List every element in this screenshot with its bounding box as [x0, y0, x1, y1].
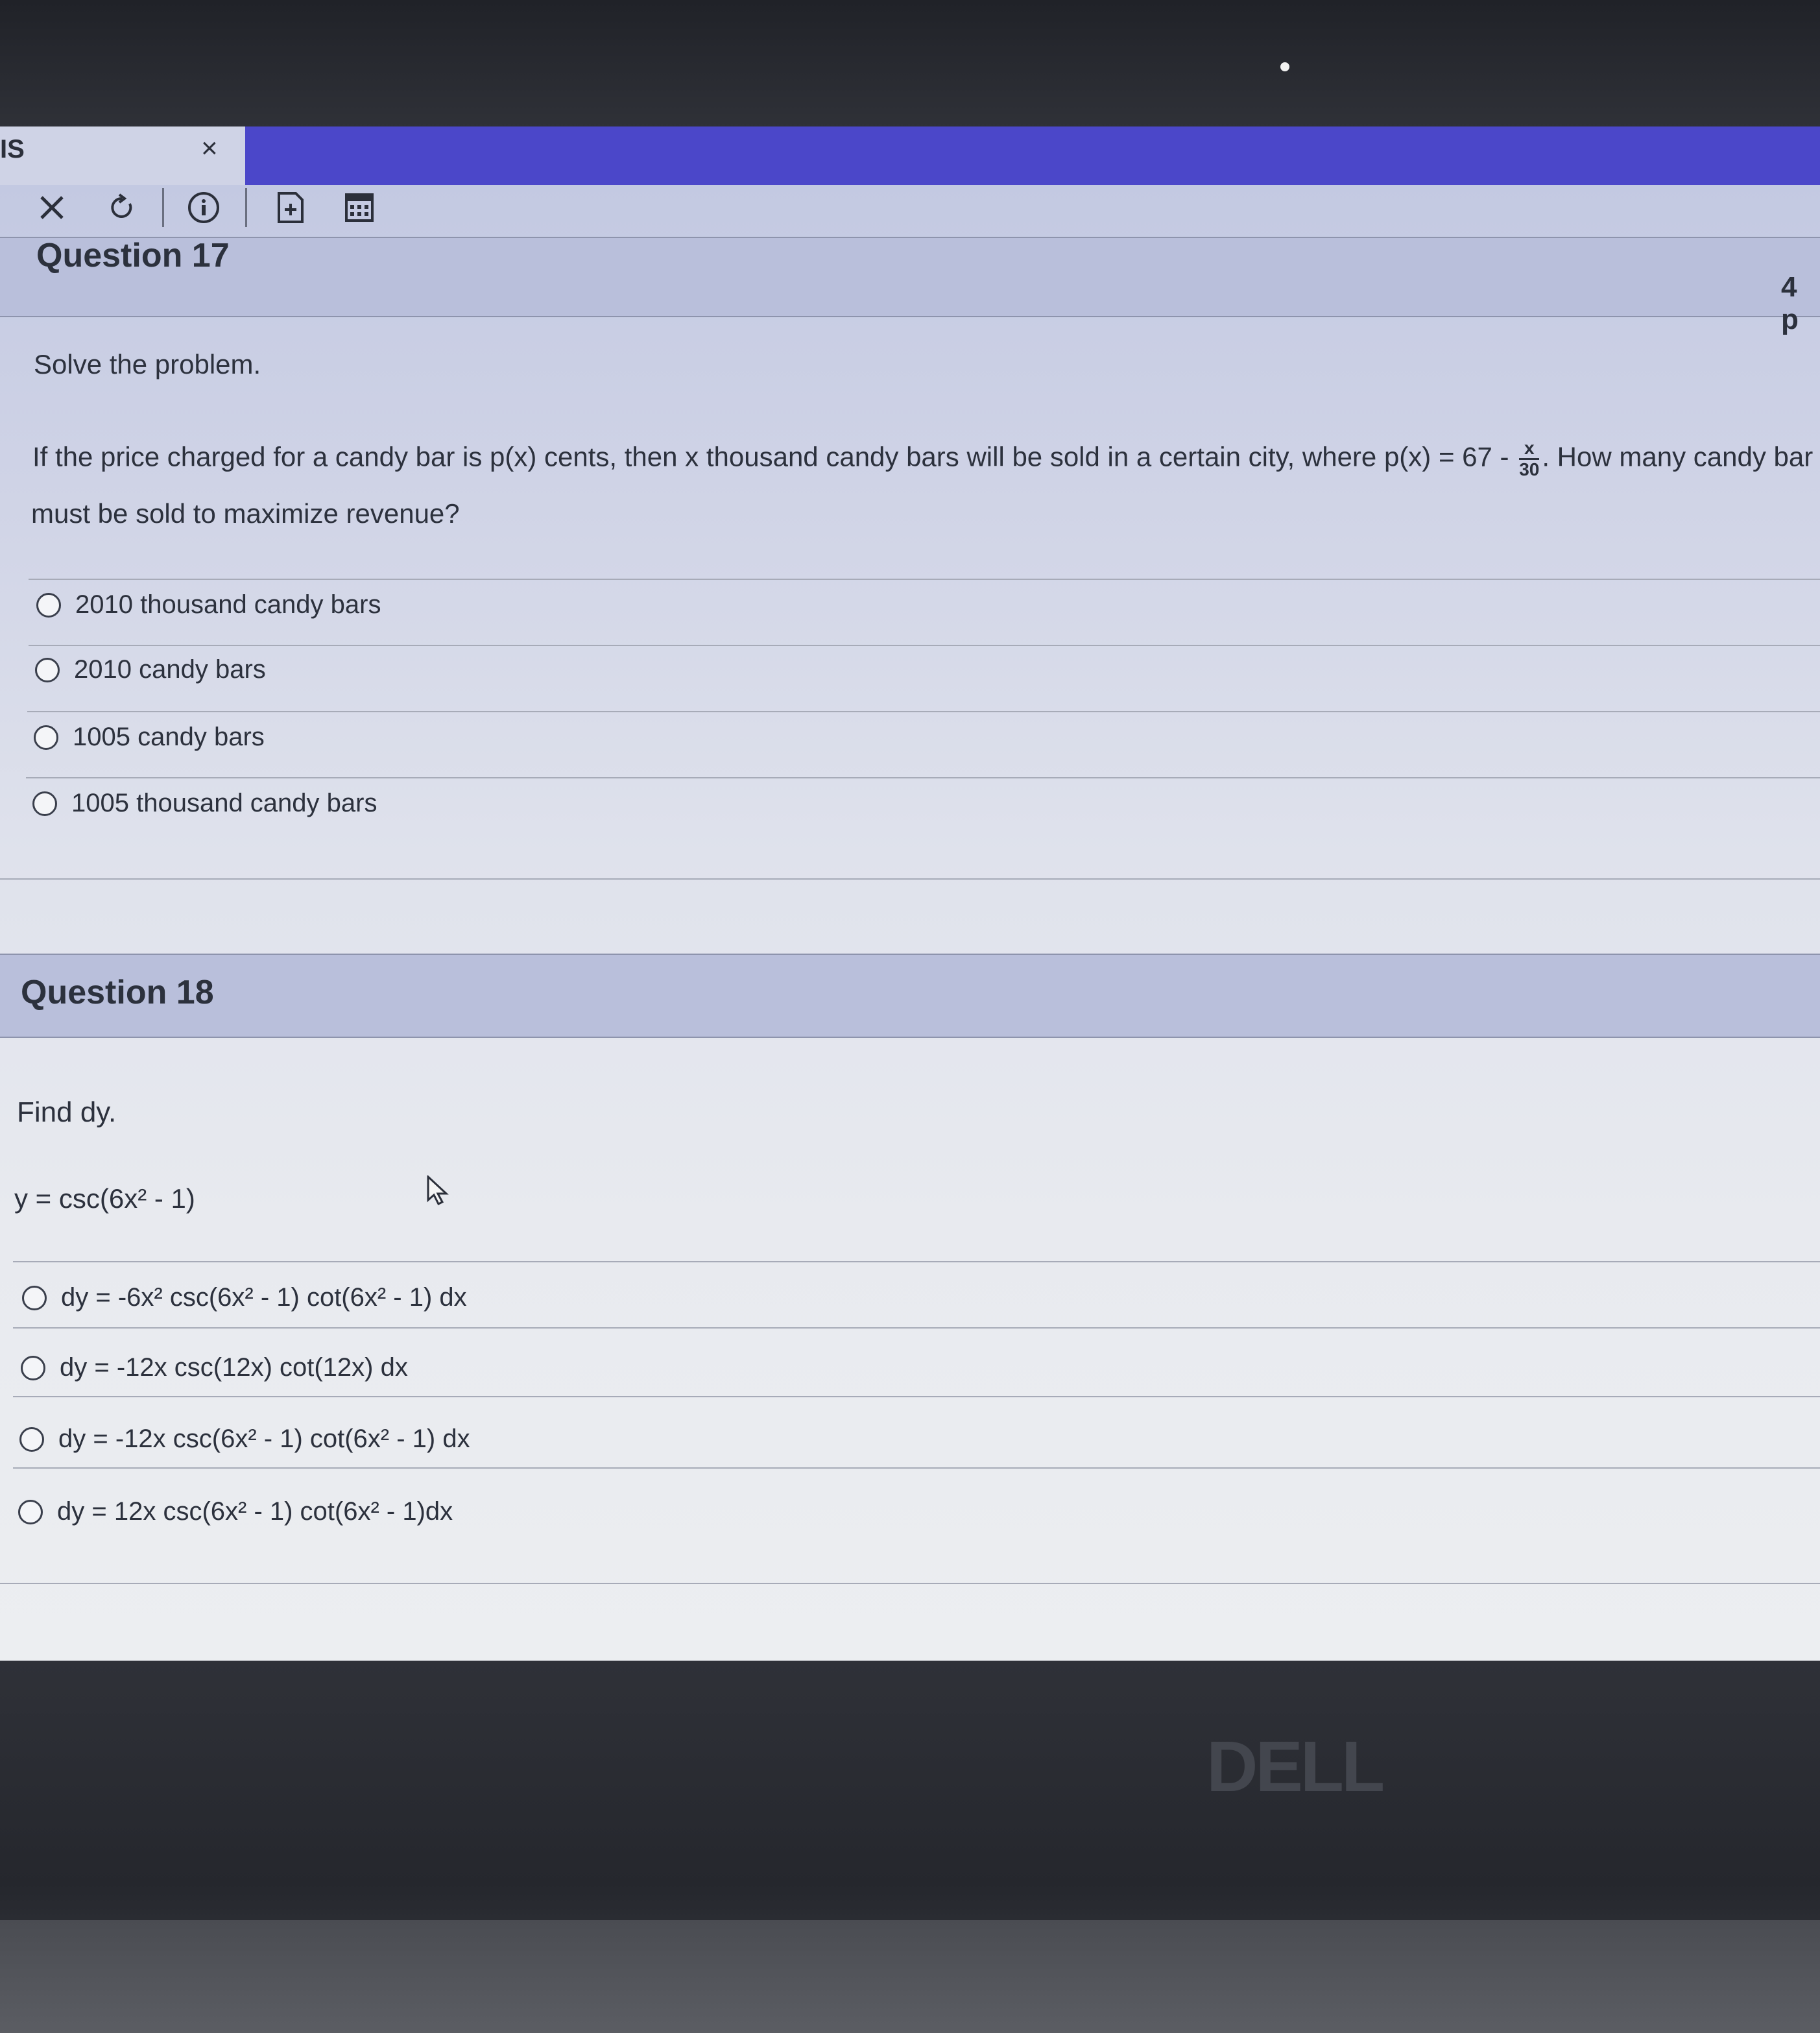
divider — [13, 1327, 1820, 1329]
close-button[interactable] — [32, 188, 71, 227]
tab-title: IS — [0, 135, 25, 163]
add-page-button[interactable] — [271, 188, 310, 227]
question-17-prompt-part2: . How many candy bar — [1542, 441, 1814, 472]
radio-button[interactable] — [35, 657, 60, 682]
question-18-equation: y = csc(6x² - 1) — [14, 1183, 195, 1214]
option-label: dy = -12x csc(12x) cot(12x) dx — [60, 1353, 408, 1382]
calculator-icon — [345, 193, 374, 222]
option-label: dy = -6x² csc(6x² - 1) cot(6x² - 1) dx — [61, 1283, 467, 1312]
radio-button[interactable] — [21, 1355, 45, 1380]
laptop-base — [0, 1920, 1820, 2033]
question-17-header — [0, 237, 1820, 317]
q18-option-3[interactable]: dy = -12x csc(6x² - 1) cot(6x² - 1) dx — [19, 1425, 470, 1454]
question-18-title: Question 18 — [21, 974, 214, 1011]
divider — [29, 579, 1820, 580]
option-label: 1005 candy bars — [73, 723, 265, 751]
divider — [0, 878, 1820, 880]
q17-option-1[interactable]: 2010 thousand candy bars — [36, 590, 381, 620]
q17-option-3[interactable]: 1005 candy bars — [34, 723, 265, 752]
q18-option-1[interactable]: dy = -6x² csc(6x² - 1) cot(6x² - 1) dx — [22, 1283, 467, 1312]
q18-option-4[interactable]: dy = 12x csc(6x² - 1) cot(6x² - 1)dx — [18, 1497, 453, 1526]
question-17-points: 4 p — [1781, 271, 1799, 335]
question-17-prompt: If the price charged for a candy bar is … — [32, 439, 1813, 479]
option-label: dy = -12x csc(6x² - 1) cot(6x² - 1) dx — [58, 1425, 470, 1453]
radio-button[interactable] — [34, 725, 58, 750]
option-label: dy = 12x csc(6x² - 1) cot(6x² - 1)dx — [57, 1497, 453, 1526]
fraction-numerator: x — [1519, 439, 1540, 460]
divider — [27, 711, 1820, 712]
close-icon — [40, 196, 64, 219]
question-18-instruction: Find dy. — [17, 1096, 117, 1128]
divider — [13, 1467, 1820, 1469]
question-18-header — [0, 954, 1820, 1038]
browser-tab-bar — [0, 126, 1820, 185]
q18-option-2[interactable]: dy = -12x csc(12x) cot(12x) dx — [21, 1353, 408, 1382]
q17-option-4[interactable]: 1005 thousand candy bars — [32, 789, 377, 818]
q17-option-2[interactable]: 2010 candy bars — [35, 655, 266, 684]
option-label: 1005 thousand candy bars — [71, 789, 377, 817]
divider — [0, 1583, 1820, 1584]
fraction: x 30 — [1519, 439, 1540, 479]
mouse-cursor-icon — [427, 1175, 449, 1206]
brand-logo: DELL — [1206, 1727, 1385, 1807]
divider — [29, 645, 1820, 646]
option-label: 2010 thousand candy bars — [75, 590, 381, 619]
webcam-light — [1280, 62, 1289, 71]
add-page-icon — [278, 192, 304, 223]
divider — [13, 1261, 1820, 1262]
calculator-button[interactable] — [340, 188, 379, 227]
question-17-prompt-part1: If the price charged for a candy bar is … — [32, 441, 1517, 472]
radio-button[interactable] — [19, 1426, 44, 1452]
refresh-icon — [111, 193, 132, 218]
option-label: 2010 candy bars — [74, 655, 266, 684]
toolbar-divider — [162, 188, 164, 227]
refresh-button[interactable] — [102, 188, 141, 227]
question-17-title: Question 17 — [36, 237, 230, 274]
toolbar-divider — [245, 188, 247, 227]
radio-button[interactable] — [18, 1499, 43, 1524]
divider — [13, 1396, 1820, 1397]
question-17-instruction: Solve the problem. — [34, 349, 261, 379]
question-17-prompt-line2: must be sold to maximize revenue? — [31, 498, 460, 529]
info-icon — [188, 192, 219, 223]
tab-close-button[interactable]: × — [201, 132, 218, 165]
radio-button[interactable] — [36, 592, 61, 618]
divider — [26, 777, 1820, 778]
info-button[interactable] — [184, 188, 223, 227]
fraction-denominator: 30 — [1519, 459, 1540, 479]
radio-button[interactable] — [32, 791, 57, 816]
radio-button[interactable] — [22, 1285, 47, 1310]
